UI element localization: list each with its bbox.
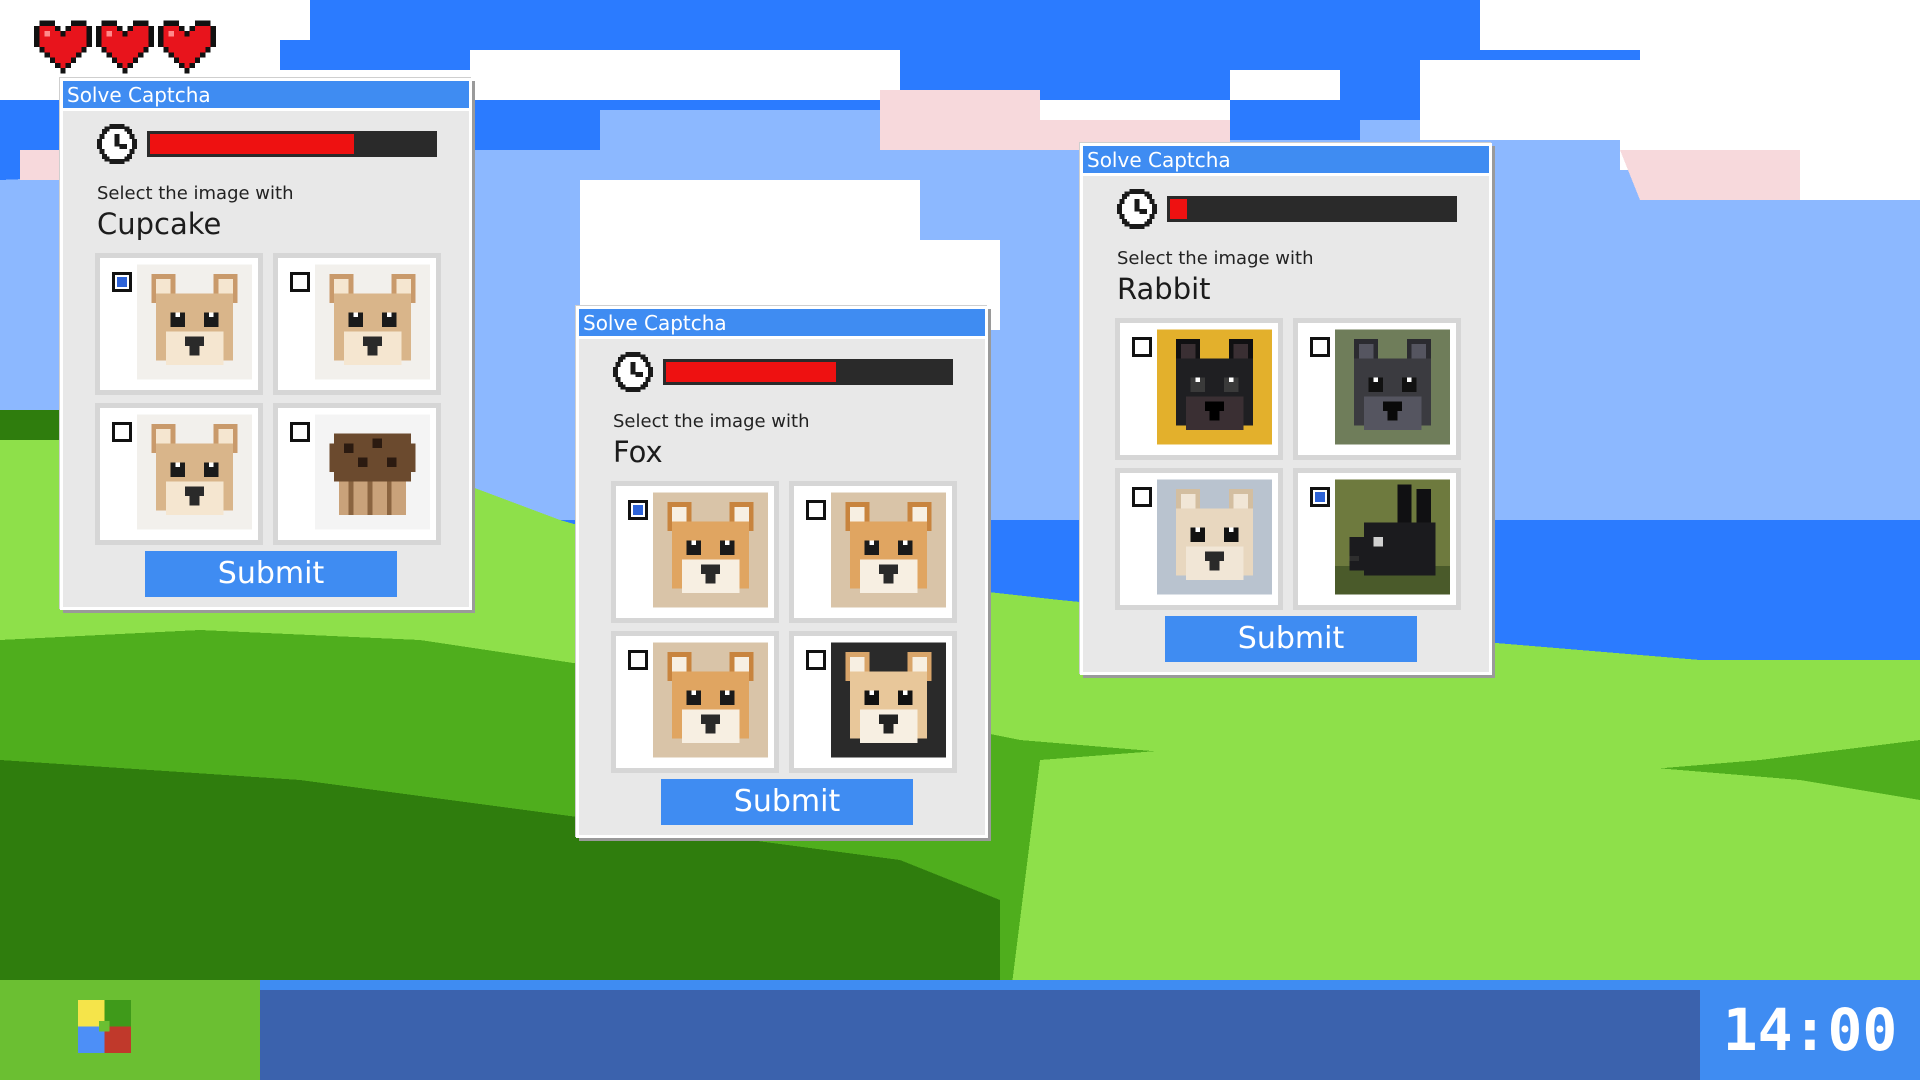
tile-checkbox[interactable]: [290, 422, 310, 442]
tile-checkbox[interactable]: [1132, 487, 1152, 507]
timer-bar-fill: [150, 134, 355, 154]
submit-button[interactable]: Submit: [145, 551, 397, 597]
submit-button[interactable]: Submit: [661, 779, 913, 825]
window-title: Solve Captcha: [583, 311, 727, 335]
taskbar-clock: 14:00: [1700, 980, 1920, 1080]
captcha-tile[interactable]: [611, 481, 779, 623]
captcha-prompt: Select the image with: [613, 411, 810, 432]
french-bulldog-fawn-photo: [1157, 479, 1272, 595]
timer-clock-icon: [613, 352, 653, 392]
captcha-tile[interactable]: [273, 253, 441, 395]
captcha-tile[interactable]: [1115, 318, 1283, 460]
window-titlebar[interactable]: Solve Captcha: [1083, 146, 1489, 176]
tile-checkbox[interactable]: [1310, 487, 1330, 507]
timer-bar-fill: [1170, 199, 1188, 219]
hill-dark: [0, 410, 60, 440]
timer-clock-icon: [97, 124, 137, 164]
tile-checkbox[interactable]: [112, 422, 132, 442]
image-grid: [1115, 318, 1461, 610]
captcha-target: Rabbit: [1117, 272, 1211, 306]
captcha-target: Fox: [613, 435, 663, 469]
timer: [613, 351, 953, 393]
tile-checkbox[interactable]: [628, 500, 648, 520]
chihuahua-photo: [315, 264, 430, 380]
timer-bar: [1167, 196, 1457, 222]
timer: [97, 123, 437, 165]
image-grid: [95, 253, 441, 545]
heart-icon: [158, 20, 216, 74]
window-titlebar[interactable]: Solve Captcha: [63, 81, 469, 111]
pixel-logo-icon: [78, 1000, 131, 1053]
captcha-prompt: Select the image with: [97, 183, 294, 204]
fox-photo: [831, 642, 946, 758]
window-title: Solve Captcha: [67, 83, 211, 107]
timer-bar: [663, 359, 953, 385]
rabbit-black-photo: [1335, 479, 1450, 595]
heart-icon: [34, 20, 92, 74]
captcha-tile[interactable]: [95, 253, 263, 395]
image-grid: [611, 481, 957, 773]
tile-checkbox[interactable]: [290, 272, 310, 292]
chihuahua-photo: [137, 264, 252, 380]
window-titlebar[interactable]: Solve Captcha: [579, 309, 985, 339]
start-button[interactable]: [0, 980, 260, 1080]
captcha-target: Cupcake: [97, 207, 222, 241]
timer-bar: [147, 131, 437, 157]
tile-checkbox[interactable]: [628, 650, 648, 670]
cupcake-photo: [315, 414, 430, 530]
heart-icon: [96, 20, 154, 74]
tile-checkbox[interactable]: [806, 650, 826, 670]
tile-checkbox[interactable]: [112, 272, 132, 292]
tile-checkbox[interactable]: [1310, 337, 1330, 357]
timer-clock-icon: [1117, 189, 1157, 229]
taskbar: 14:00: [0, 980, 1920, 1080]
timer: [1117, 188, 1457, 230]
submit-button[interactable]: Submit: [1165, 616, 1417, 662]
captcha-window: Solve Captcha Select the image with Cupc…: [60, 78, 472, 610]
captcha-tile[interactable]: [789, 631, 957, 773]
french-bulldog-black-photo: [1157, 329, 1272, 445]
captcha-tile[interactable]: [789, 481, 957, 623]
captcha-window: Solve Captcha Select the image with Fox: [576, 306, 988, 838]
shiba-photo: [831, 492, 946, 608]
captcha-tile[interactable]: [1293, 318, 1461, 460]
lives-hearts: [34, 20, 216, 74]
captcha-tile[interactable]: [95, 403, 263, 545]
captcha-prompt: Select the image with: [1117, 248, 1314, 269]
shiba-photo: [653, 492, 768, 608]
captcha-tile[interactable]: [273, 403, 441, 545]
chihuahua-photo: [137, 414, 252, 530]
taskbar-highlight: [260, 980, 1920, 990]
window-title: Solve Captcha: [1087, 148, 1231, 172]
tile-checkbox[interactable]: [806, 500, 826, 520]
captcha-tile[interactable]: [611, 631, 779, 773]
french-bulldog-gray-photo: [1335, 329, 1450, 445]
captcha-window: Solve Captcha Select the image with Rabb…: [1080, 143, 1492, 675]
shiba-photo: [653, 642, 768, 758]
captcha-tile[interactable]: [1293, 468, 1461, 610]
timer-bar-fill: [666, 362, 837, 382]
tile-checkbox[interactable]: [1132, 337, 1152, 357]
captcha-tile[interactable]: [1115, 468, 1283, 610]
